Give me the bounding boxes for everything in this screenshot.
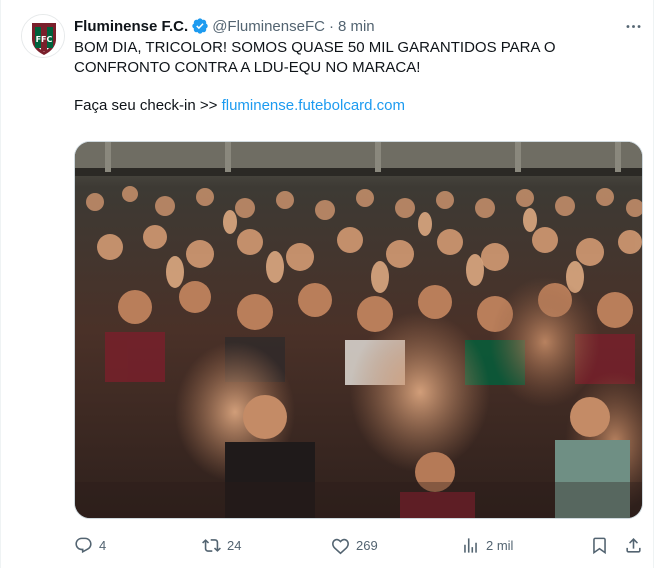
repost-button[interactable]: 24 bbox=[202, 534, 241, 556]
tweet-text-line: CONFRONTO CONTRA A LDU-EQU NO MARACA! bbox=[74, 59, 421, 76]
reply-button[interactable]: 4 bbox=[74, 534, 106, 556]
display-name[interactable]: Fluminense F.C. bbox=[74, 18, 188, 35]
tweet-header: Fluminense F.C. @FluminenseFC · 8 min bbox=[74, 15, 375, 37]
checkin-link[interactable]: fluminense.futebolcard.com bbox=[222, 97, 405, 114]
views-button[interactable]: 2 mil bbox=[461, 534, 513, 556]
checkin-line: Faça seu check-in >> fluminense.futebolc… bbox=[74, 96, 634, 116]
share-button[interactable] bbox=[624, 534, 649, 556]
tweet-card[interactable]: FFC Fluminense F.C. @FluminenseFC · 8 mi… bbox=[0, 0, 654, 568]
more-options-button[interactable] bbox=[621, 14, 645, 38]
avatar[interactable]: FFC bbox=[21, 14, 65, 58]
verified-badge-icon[interactable] bbox=[191, 17, 209, 35]
bookmark-button[interactable] bbox=[590, 534, 615, 556]
views-chart-icon bbox=[464, 537, 477, 553]
views-count: 2 mil bbox=[486, 537, 514, 553]
action-bar: 4 24 269 2 mil bbox=[74, 534, 644, 556]
svg-text:FFC: FFC bbox=[36, 35, 53, 44]
timestamp[interactable]: 8 min bbox=[338, 18, 375, 35]
user-handle[interactable]: @FluminenseFC bbox=[212, 18, 325, 35]
like-button[interactable]: 269 bbox=[331, 534, 378, 556]
share-icon bbox=[626, 537, 641, 553]
checkin-prefix: Faça seu check-in >> bbox=[74, 97, 222, 114]
like-count: 269 bbox=[356, 537, 378, 553]
tweet-media-photo[interactable] bbox=[74, 141, 643, 519]
crowd-photo-image bbox=[75, 142, 642, 518]
reply-count: 4 bbox=[99, 537, 107, 553]
reply-icon bbox=[75, 537, 92, 553]
separator-dot: · bbox=[328, 17, 334, 35]
repost-count: 24 bbox=[227, 537, 242, 553]
repost-icon bbox=[202, 538, 221, 552]
tweet-text-line: BOM DIA, TRICOLOR! SOMOS QUASE 50 MIL GA… bbox=[74, 39, 556, 56]
bookmark-icon bbox=[593, 537, 606, 554]
more-horizontal-icon bbox=[626, 24, 640, 28]
heart-icon bbox=[332, 538, 349, 554]
fluminense-crest-icon: FFC bbox=[22, 15, 64, 57]
tweet-text: BOM DIA, TRICOLOR! SOMOS QUASE 50 MIL GA… bbox=[74, 38, 634, 116]
